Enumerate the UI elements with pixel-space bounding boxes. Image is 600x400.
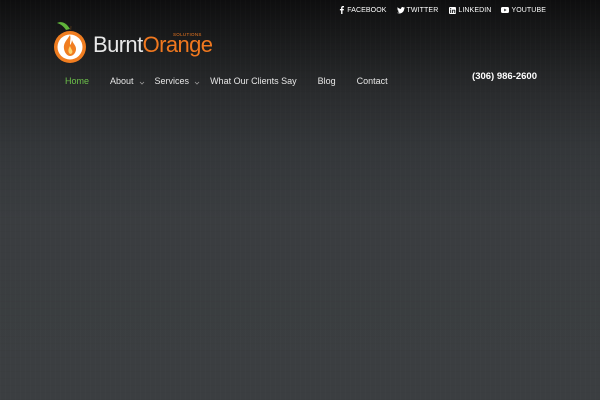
logo-word-orange: Orange xyxy=(142,32,213,57)
linkedin-icon xyxy=(448,6,456,14)
nav-item-services[interactable]: Services xyxy=(155,76,201,86)
youtube-label: YOUTUBE xyxy=(511,6,546,14)
phone-number-link[interactable]: (306) 986-2600 xyxy=(472,71,537,82)
chevron-down-icon xyxy=(194,78,200,85)
twitter-link[interactable]: TWITTER xyxy=(396,6,439,14)
twitter-label: TWITTER xyxy=(406,6,439,14)
nav-item-about[interactable]: About xyxy=(110,76,145,86)
linkedin-link[interactable]: LINKEDIN xyxy=(448,6,491,14)
nav-item-label: Contact xyxy=(356,76,388,86)
logo-wordmark: BurntOrange xyxy=(93,32,213,57)
social-links-bar: FACEBOOK TWITTER LINKEDIN YOUTUBE xyxy=(337,6,546,14)
nav-item-label: About xyxy=(110,76,134,86)
facebook-label: FACEBOOK xyxy=(347,6,387,14)
youtube-icon xyxy=(501,6,510,14)
youtube-link[interactable]: YOUTUBE xyxy=(501,6,546,14)
nav-item-contact[interactable]: Contact xyxy=(357,76,388,86)
linkedin-label: LINKEDIN xyxy=(458,6,492,14)
nav-item-what-our-clients-say[interactable]: What Our Clients Say xyxy=(210,76,297,86)
facebook-icon xyxy=(337,6,345,14)
main-nav: Home About Services What Our Clients Say… xyxy=(65,75,388,87)
nav-item-blog[interactable]: Blog xyxy=(318,76,336,86)
nav-item-home[interactable]: Home xyxy=(65,76,89,86)
twitter-icon xyxy=(396,6,405,14)
nav-item-label: Home xyxy=(65,76,90,86)
orange-flame-logo-icon xyxy=(53,20,89,71)
chevron-down-icon xyxy=(139,78,145,85)
facebook-link[interactable]: FACEBOOK xyxy=(337,6,386,14)
nav-item-label: Blog xyxy=(317,76,336,86)
nav-item-label: What Our Clients Say xyxy=(210,76,297,86)
nav-item-label: Services xyxy=(154,76,190,86)
brand-logo[interactable]: SOLUTIONS BurntOrange xyxy=(53,20,213,66)
logo-word-burnt: Burnt xyxy=(93,32,143,57)
